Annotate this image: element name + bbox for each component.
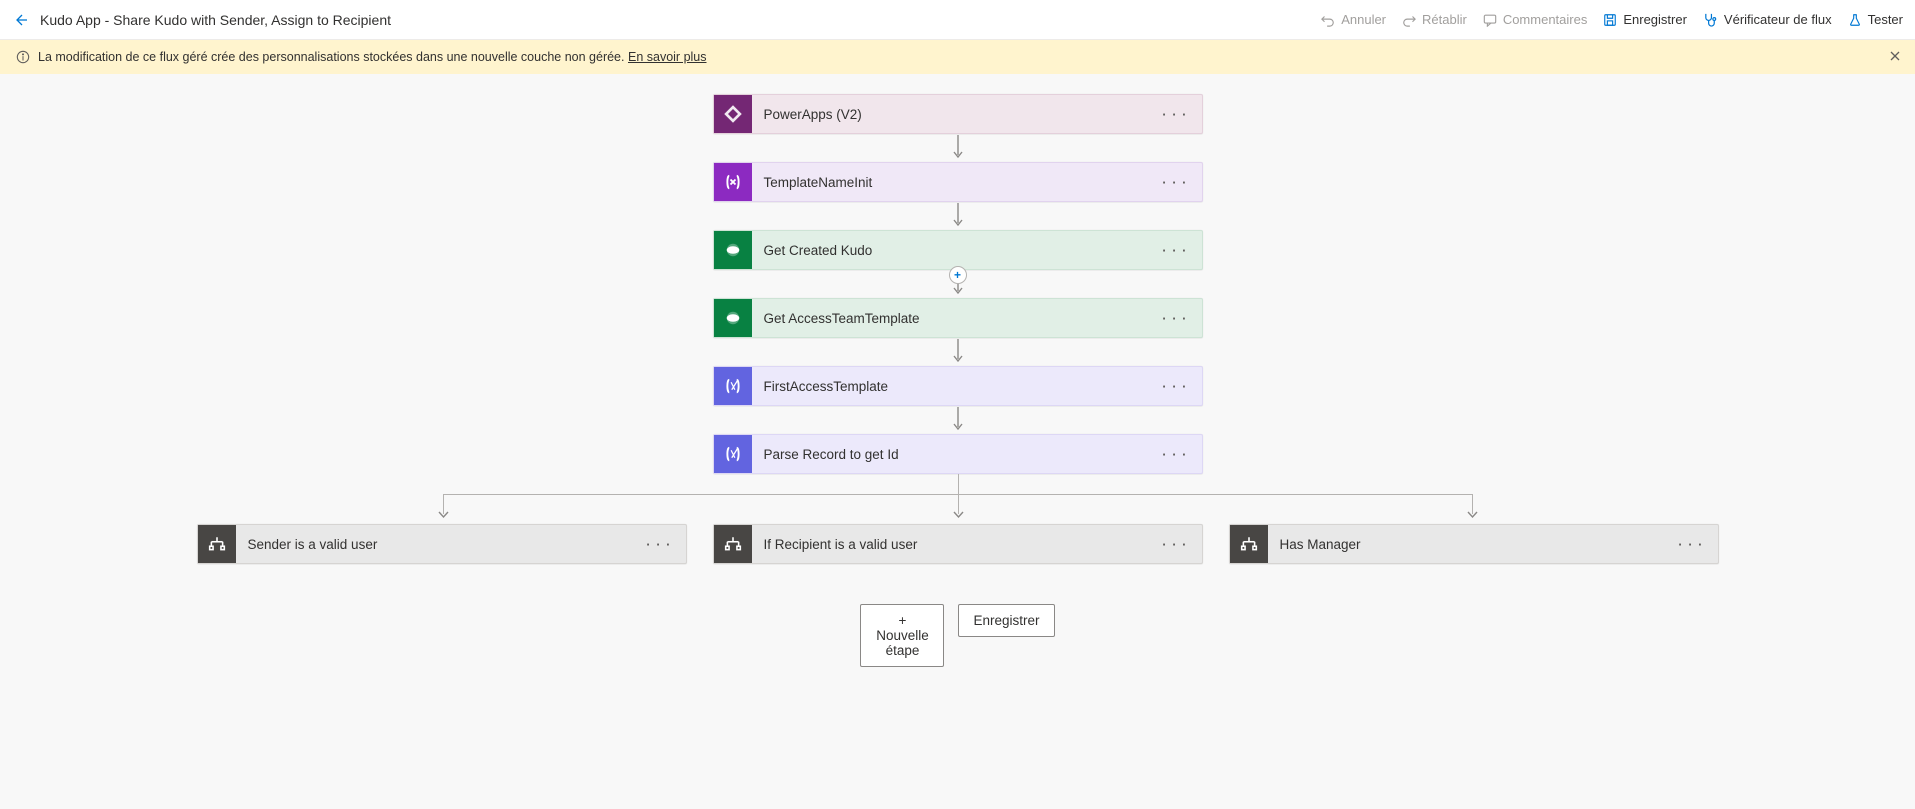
comment-icon	[1483, 13, 1497, 27]
branch-sender-valid[interactable]: Sender is a valid user · · ·	[197, 524, 687, 564]
flow-checker-button[interactable]: Vérificateur de flux	[1703, 12, 1832, 27]
condition-icon	[198, 525, 236, 563]
step-variable[interactable]: TemplateNameInit · · ·	[713, 162, 1203, 202]
flow-checker-label: Vérificateur de flux	[1724, 12, 1832, 27]
step-menu-button[interactable]: · · ·	[1148, 311, 1201, 326]
warning-banner: La modification de ce flux géré crée des…	[0, 40, 1915, 74]
banner-message: La modification de ce flux géré crée des…	[38, 50, 625, 64]
branch-label: Has Manager	[1268, 537, 1665, 552]
page-title: Kudo App - Share Kudo with Sender, Assig…	[40, 12, 391, 28]
banner-close-button[interactable]	[1889, 50, 1901, 65]
step-label: Get AccessTeamTemplate	[752, 311, 1149, 326]
test-label: Tester	[1868, 12, 1903, 27]
step-menu-button[interactable]: · · ·	[1148, 243, 1201, 258]
branch-connector	[0, 474, 1915, 524]
step-menu-button[interactable]: · · ·	[632, 537, 685, 552]
flow-canvas[interactable]: PowerApps (V2) · · · TemplateNameInit · …	[0, 74, 1915, 707]
comments-label: Commentaires	[1503, 12, 1588, 27]
dataverse-icon	[714, 299, 752, 337]
branch-label: If Recipient is a valid user	[752, 537, 1149, 552]
undo-button[interactable]: Annuler	[1321, 12, 1386, 27]
close-icon	[1889, 50, 1901, 62]
connector-arrow[interactable]	[952, 134, 964, 162]
step-compose-first-template[interactable]: FirstAccessTemplate · · ·	[713, 366, 1203, 406]
step-menu-button[interactable]: · · ·	[1148, 447, 1201, 462]
step-dataverse-get-template[interactable]: Get AccessTeamTemplate · · ·	[713, 298, 1203, 338]
comments-button[interactable]: Commentaires	[1483, 12, 1588, 27]
footer-save-button[interactable]: Enregistrer	[958, 604, 1054, 637]
redo-icon	[1402, 13, 1416, 27]
test-button[interactable]: Tester	[1848, 12, 1903, 27]
undo-label: Annuler	[1341, 12, 1386, 27]
banner-learn-more-link[interactable]: En savoir plus	[628, 50, 707, 64]
condition-icon	[714, 525, 752, 563]
branch-row: Sender is a valid user · · · If Recipien…	[177, 524, 1739, 564]
step-label: Parse Record to get Id	[752, 447, 1149, 462]
undo-icon	[1321, 13, 1335, 27]
branch-recipient-valid[interactable]: If Recipient is a valid user · · ·	[713, 524, 1203, 564]
top-bar-right: Annuler Rétablir Commentaires Enregistre…	[1321, 12, 1903, 27]
stethoscope-icon	[1703, 12, 1718, 27]
add-step-button[interactable]: +	[949, 266, 967, 284]
step-powerapps[interactable]: PowerApps (V2) · · ·	[713, 94, 1203, 134]
save-label: Enregistrer	[1623, 12, 1687, 27]
compose-icon	[714, 435, 752, 473]
step-dataverse-get-kudo[interactable]: Get Created Kudo · · ·	[713, 230, 1203, 270]
top-bar: Kudo App - Share Kudo with Sender, Assig…	[0, 0, 1915, 40]
save-button[interactable]: Enregistrer	[1603, 12, 1687, 27]
compose-icon	[714, 367, 752, 405]
beaker-icon	[1848, 13, 1862, 27]
top-bar-left: Kudo App - Share Kudo with Sender, Assig…	[12, 12, 391, 28]
step-label: PowerApps (V2)	[752, 107, 1149, 122]
step-menu-button[interactable]: · · ·	[1148, 175, 1201, 190]
step-label: Get Created Kudo	[752, 243, 1149, 258]
footer-actions: + Nouvelle étape Enregistrer	[860, 604, 1054, 667]
powerapps-icon	[714, 95, 752, 133]
info-icon	[16, 50, 30, 64]
banner-text: La modification de ce flux géré crée des…	[38, 50, 707, 64]
step-menu-button[interactable]: · · ·	[1148, 537, 1201, 552]
branch-has-manager[interactable]: Has Manager · · ·	[1229, 524, 1719, 564]
step-label: TemplateNameInit	[752, 175, 1149, 190]
branch-label: Sender is a valid user	[236, 537, 633, 552]
condition-icon	[1230, 525, 1268, 563]
dataverse-icon	[714, 231, 752, 269]
step-menu-button[interactable]: · · ·	[1664, 537, 1717, 552]
connector-arrow[interactable]	[952, 202, 964, 230]
step-menu-button[interactable]: · · ·	[1148, 107, 1201, 122]
redo-label: Rétablir	[1422, 12, 1467, 27]
step-compose-parse-record[interactable]: Parse Record to get Id · · ·	[713, 434, 1203, 474]
step-label: FirstAccessTemplate	[752, 379, 1149, 394]
connector-arrow-with-add[interactable]: +	[952, 270, 964, 298]
step-menu-button[interactable]: · · ·	[1148, 379, 1201, 394]
redo-button[interactable]: Rétablir	[1402, 12, 1467, 27]
connector-arrow[interactable]	[952, 338, 964, 366]
connector-arrow[interactable]	[952, 406, 964, 434]
new-step-button[interactable]: + Nouvelle étape	[860, 604, 944, 667]
save-icon	[1603, 13, 1617, 27]
variable-icon	[714, 163, 752, 201]
back-arrow-icon[interactable]	[12, 12, 28, 28]
